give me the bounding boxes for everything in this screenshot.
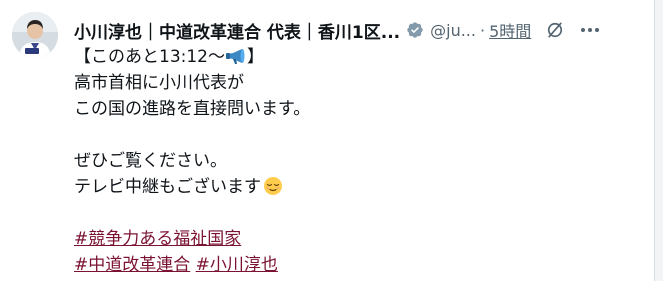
hashtag-link[interactable]: #中道改革連合	[74, 255, 190, 275]
tweet-line-1-suffix: 】	[247, 47, 264, 67]
scrollbar-track[interactable]	[654, 0, 663, 281]
tweet-header: 小川淳也｜中道改革連合 代表｜香川1区... @ju... · 5時間	[74, 16, 643, 44]
grok-icon[interactable]	[545, 20, 565, 40]
author-handle[interactable]: @ju...	[430, 21, 476, 40]
hashtag-link[interactable]: #競争力ある福祉国家	[74, 229, 241, 249]
tweet-text: 【このあと13:12〜 】 高市首相に小川代表が この国の進路を直接問います。 …	[74, 44, 643, 278]
megaphone-emoji	[226, 49, 245, 64]
tweet-line-5-text: テレビ中継もございます	[74, 177, 261, 197]
author-avatar[interactable]	[12, 12, 58, 58]
verified-badge-icon	[407, 22, 423, 38]
separator-dot: ·	[479, 20, 486, 40]
relieved-face-emoji	[264, 177, 282, 195]
hashtag-line-2: #中道改革連合 #小川淳也	[74, 252, 643, 278]
tweet-line-3: この国の進路を直接問います。	[74, 99, 311, 119]
more-dots-icon[interactable]	[579, 20, 601, 40]
hashtag-link[interactable]: #小川淳也	[196, 255, 278, 275]
author-name[interactable]: 小川淳也｜中道改革連合 代表｜香川1区...	[74, 18, 400, 43]
hashtag-line-1: #競争力ある福祉国家	[74, 226, 643, 252]
tweet-line-2: 高市首相に小川代表が	[74, 73, 244, 93]
tweet-line-1-prefix: 【このあと13:12〜	[74, 47, 225, 67]
tweet-line-4: ぜひご覧ください。	[74, 151, 227, 171]
post-time[interactable]: 5時間	[489, 18, 531, 42]
tweet-line-5: テレビ中継もございます	[74, 174, 643, 200]
tweet-line-1: 【このあと13:12〜 】	[74, 44, 643, 70]
